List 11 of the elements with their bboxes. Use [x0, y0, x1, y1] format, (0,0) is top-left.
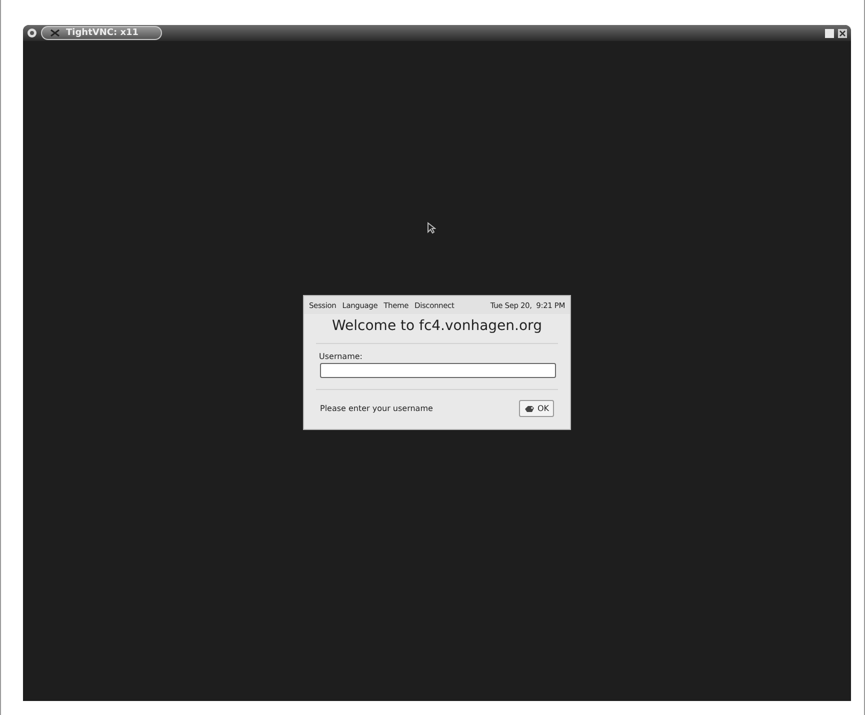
x-logo-icon — [50, 29, 60, 37]
username-label: Username: — [319, 352, 364, 361]
maximize-icon[interactable] — [825, 28, 834, 38]
close-icon[interactable] — [838, 28, 847, 38]
window-menu-icon[interactable] — [27, 28, 37, 38]
prompt-message: Please enter your username — [320, 404, 433, 413]
ok-button[interactable]: OK — [519, 400, 554, 417]
window-title: TightVNC: x11 — [41, 26, 162, 40]
username-field[interactable] — [320, 363, 556, 378]
mouse-pointer-icon — [427, 222, 436, 234]
welcome-heading: Welcome to fc4.vonhagen.org — [331, 318, 543, 334]
